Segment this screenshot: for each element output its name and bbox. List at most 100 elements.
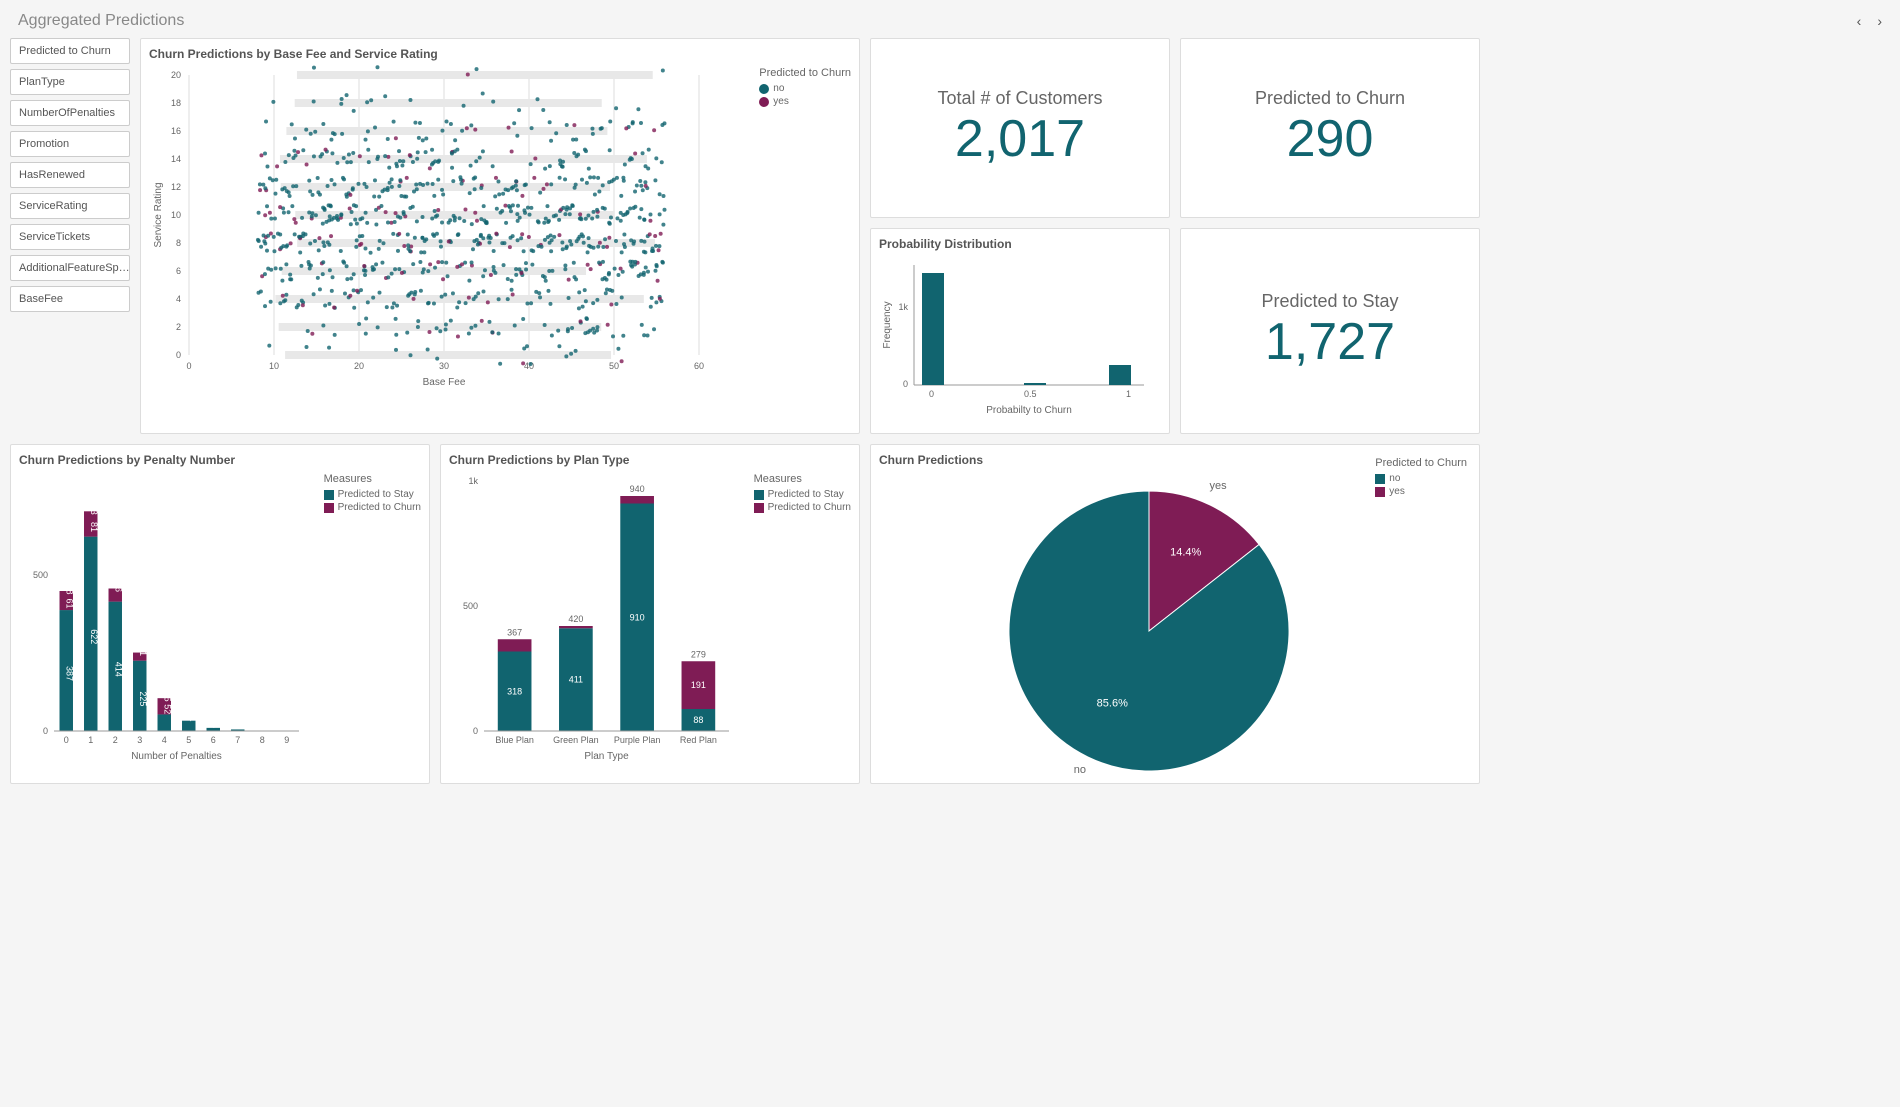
nav-next-icon[interactable]: › [1877, 13, 1882, 29]
svg-text:14.4%: 14.4% [1170, 546, 1201, 558]
svg-text:Plan Type: Plan Type [584, 751, 629, 762]
filter-additionalfeaturesp[interactable]: AdditionalFeatureSp… [10, 255, 130, 281]
penalty-chart-svg: 05001k3876144806228170314144562225251352… [19, 471, 419, 771]
svg-text:40: 40 [524, 361, 534, 371]
prob-dist-svg: 0 0.5 1 1k 0 Probabilty to Churn Frequen… [879, 255, 1159, 425]
filter-numberofpenalties[interactable]: NumberOfPenalties [10, 100, 130, 126]
svg-text:0: 0 [43, 726, 48, 736]
svg-text:60: 60 [694, 361, 704, 371]
penalty-legend: Measures Predicted to Stay Predicted to … [324, 473, 421, 515]
svg-text:10: 10 [171, 210, 181, 220]
kpi-total-customers[interactable]: Total # of Customers 2,017 [870, 38, 1170, 218]
plantype-chart-card[interactable]: Churn Predictions by Plan Type Measures … [440, 444, 860, 784]
svg-text:34: 34 [187, 711, 197, 721]
dot-icon [759, 84, 769, 94]
svg-text:0.5: 0.5 [1024, 389, 1037, 399]
sidebar-filters: Predicted to Churn PlanType NumberOfPena… [10, 38, 130, 434]
svg-text:225: 225 [138, 691, 148, 706]
bottom-left-charts: Churn Predictions by Penalty Number Meas… [10, 444, 860, 784]
svg-text:Red Plan: Red Plan [680, 735, 717, 745]
svg-text:11: 11 [211, 719, 221, 728]
square-icon [324, 490, 334, 500]
filter-hasrenewed[interactable]: HasRenewed [10, 162, 130, 188]
svg-text:Purple Plan: Purple Plan [614, 735, 661, 745]
svg-text:5: 5 [186, 735, 191, 745]
svg-text:5: 5 [236, 723, 246, 728]
svg-text:414: 414 [113, 662, 123, 677]
scatter-chart-card[interactable]: Churn Predictions by Base Fee and Servic… [140, 38, 860, 434]
nav-prev-icon[interactable]: ‹ [1857, 13, 1862, 29]
svg-text:910: 910 [630, 612, 645, 622]
filter-servicerating[interactable]: ServiceRating [10, 193, 130, 219]
svg-text:30: 30 [439, 361, 449, 371]
scatter-title: Churn Predictions by Base Fee and Servic… [149, 47, 851, 61]
svg-text:420: 420 [568, 614, 583, 624]
svg-text:318: 318 [507, 686, 522, 696]
kpi-predicted-churn[interactable]: Predicted to Churn 290 [1180, 38, 1480, 218]
dashboard-header: Aggregated Predictions ‹ › [10, 10, 1890, 38]
square-icon [1375, 487, 1385, 497]
svg-text:81: 81 [89, 522, 99, 532]
svg-text:no: no [1074, 764, 1086, 776]
scatter-chart-svg: 010203040506002468101214161820Base FeeSe… [149, 65, 729, 415]
svg-text:10: 10 [269, 361, 279, 371]
svg-text:500: 500 [463, 601, 478, 611]
svg-text:Blue Plan: Blue Plan [495, 735, 534, 745]
svg-text:622: 622 [89, 629, 99, 644]
filter-basefee[interactable]: BaseFee [10, 286, 130, 312]
svg-text:1k: 1k [898, 302, 908, 312]
nav-arrows: ‹ › [1857, 13, 1882, 29]
svg-text:Probabilty to Churn: Probabilty to Churn [986, 405, 1072, 416]
svg-text:500: 500 [33, 570, 48, 580]
pie-chart-card[interactable]: Churn Predictions Predicted to Churn no … [870, 444, 1480, 784]
filter-promotion[interactable]: Promotion [10, 131, 130, 157]
svg-text:yes: yes [1210, 480, 1228, 492]
svg-text:18: 18 [171, 98, 181, 108]
svg-text:1: 1 [260, 724, 270, 729]
filter-predicted-to-churn[interactable]: Predicted to Churn [10, 38, 130, 64]
svg-text:85.6%: 85.6% [1097, 698, 1128, 710]
svg-text:1: 1 [285, 724, 295, 729]
page-title: Aggregated Predictions [18, 12, 184, 30]
svg-text:2: 2 [113, 735, 118, 745]
svg-text:16: 16 [171, 126, 181, 136]
square-icon [1375, 474, 1385, 484]
scatter-legend: Predicted to Churn no yes [759, 67, 851, 109]
svg-text:703: 703 [89, 500, 99, 515]
svg-text:367: 367 [507, 627, 522, 637]
pie-legend: Predicted to Churn no yes [1375, 457, 1467, 499]
svg-text:105: 105 [162, 687, 172, 702]
svg-text:88: 88 [693, 715, 703, 725]
svg-text:50: 50 [609, 361, 619, 371]
square-icon [754, 503, 764, 513]
svg-text:20: 20 [171, 70, 181, 80]
svg-text:1: 1 [88, 735, 93, 745]
svg-text:6: 6 [211, 735, 216, 745]
square-icon [324, 503, 334, 513]
svg-text:0: 0 [186, 361, 191, 371]
svg-text:0: 0 [64, 735, 69, 745]
plantype-chart-svg: 05001k318367Blue Plan411420Green Plan910… [449, 471, 849, 771]
svg-text:14: 14 [171, 154, 181, 164]
svg-text:Frequency: Frequency [882, 301, 893, 348]
filter-servicetickets[interactable]: ServiceTickets [10, 224, 130, 250]
penalty-chart-card[interactable]: Churn Predictions by Penalty Number Meas… [10, 444, 430, 784]
svg-text:8: 8 [260, 735, 265, 745]
svg-text:Service Rating: Service Rating [153, 182, 164, 247]
svg-text:12: 12 [171, 182, 181, 192]
prob-dist-card[interactable]: Probability Distribution 0 0.5 1 1k 0 Pr… [870, 228, 1170, 434]
svg-text:411: 411 [569, 675, 583, 685]
svg-text:2: 2 [176, 322, 181, 332]
kpi-predicted-stay[interactable]: Predicted to Stay 1,727 [1180, 228, 1480, 434]
svg-text:191: 191 [691, 680, 706, 690]
svg-text:7: 7 [235, 735, 240, 745]
svg-text:0: 0 [176, 350, 181, 360]
svg-text:8: 8 [176, 238, 181, 248]
svg-text:251: 251 [138, 641, 148, 656]
svg-text:0: 0 [473, 726, 478, 736]
svg-text:3: 3 [137, 735, 142, 745]
svg-text:4: 4 [162, 735, 167, 745]
dot-icon [759, 97, 769, 107]
filter-plantype[interactable]: PlanType [10, 69, 130, 95]
svg-text:6: 6 [176, 266, 181, 276]
